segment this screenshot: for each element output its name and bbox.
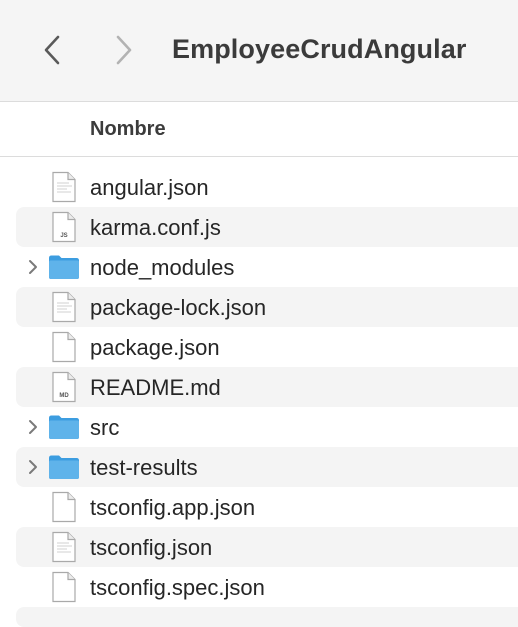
document-icon <box>52 171 76 203</box>
window-title: EmployeeCrudAngular <box>172 34 467 64</box>
file-name: package-lock.json <box>90 295 267 320</box>
column-header-name[interactable]: Nombre <box>90 118 166 141</box>
column-header: Nombre <box>0 102 518 157</box>
file-name: src <box>90 415 120 440</box>
file-name: angular.json <box>90 175 209 200</box>
document-icon: MD <box>52 371 76 403</box>
disclosure-chevron-icon[interactable] <box>24 258 42 276</box>
folder-row[interactable]: test-results <box>16 447 518 487</box>
disclosure-chevron-icon[interactable] <box>24 458 42 476</box>
back-button[interactable] <box>32 28 72 72</box>
file-list: angular.json JS karma.conf.js node_modulesp… <box>16 167 518 627</box>
empty-row <box>16 607 518 627</box>
document-icon: JS <box>52 211 76 243</box>
file-row[interactable]: MD README.md <box>16 367 518 407</box>
file-name: README.md <box>90 375 221 400</box>
file-row[interactable]: tsconfig.spec.json <box>16 567 518 607</box>
file-name: node_modules <box>90 255 235 280</box>
folder-icon <box>49 455 79 479</box>
file-name: tsconfig.spec.json <box>90 575 265 600</box>
file-row[interactable]: tsconfig.json <box>16 527 518 567</box>
file-badge: JS <box>60 233 67 239</box>
file-row[interactable]: package-lock.json <box>16 287 518 327</box>
file-name: tsconfig.app.json <box>90 495 256 520</box>
folder-row[interactable]: node_modules <box>16 247 518 287</box>
document-icon <box>52 491 76 523</box>
document-icon <box>52 571 76 603</box>
file-row[interactable]: tsconfig.app.json <box>16 487 518 527</box>
document-icon <box>52 531 76 563</box>
file-row[interactable]: angular.json <box>16 167 518 207</box>
chevron-right-icon <box>116 35 132 65</box>
forward-button[interactable] <box>104 28 144 72</box>
file-name: package.json <box>90 335 220 360</box>
disclosure-chevron-icon[interactable] <box>24 418 42 436</box>
folder-row[interactable]: src <box>16 407 518 447</box>
folder-icon <box>49 415 79 439</box>
file-badge: MD <box>59 393 69 399</box>
folder-icon <box>49 255 79 279</box>
toolbar: EmployeeCrudAngular <box>0 0 518 102</box>
file-row[interactable]: package.json <box>16 327 518 367</box>
file-name: tsconfig.json <box>90 535 213 560</box>
document-icon <box>52 291 76 323</box>
file-name: test-results <box>90 455 198 480</box>
file-row[interactable]: JS karma.conf.js <box>16 207 518 247</box>
file-name: karma.conf.js <box>90 215 221 240</box>
chevron-left-icon <box>44 35 60 65</box>
document-icon <box>52 331 76 363</box>
